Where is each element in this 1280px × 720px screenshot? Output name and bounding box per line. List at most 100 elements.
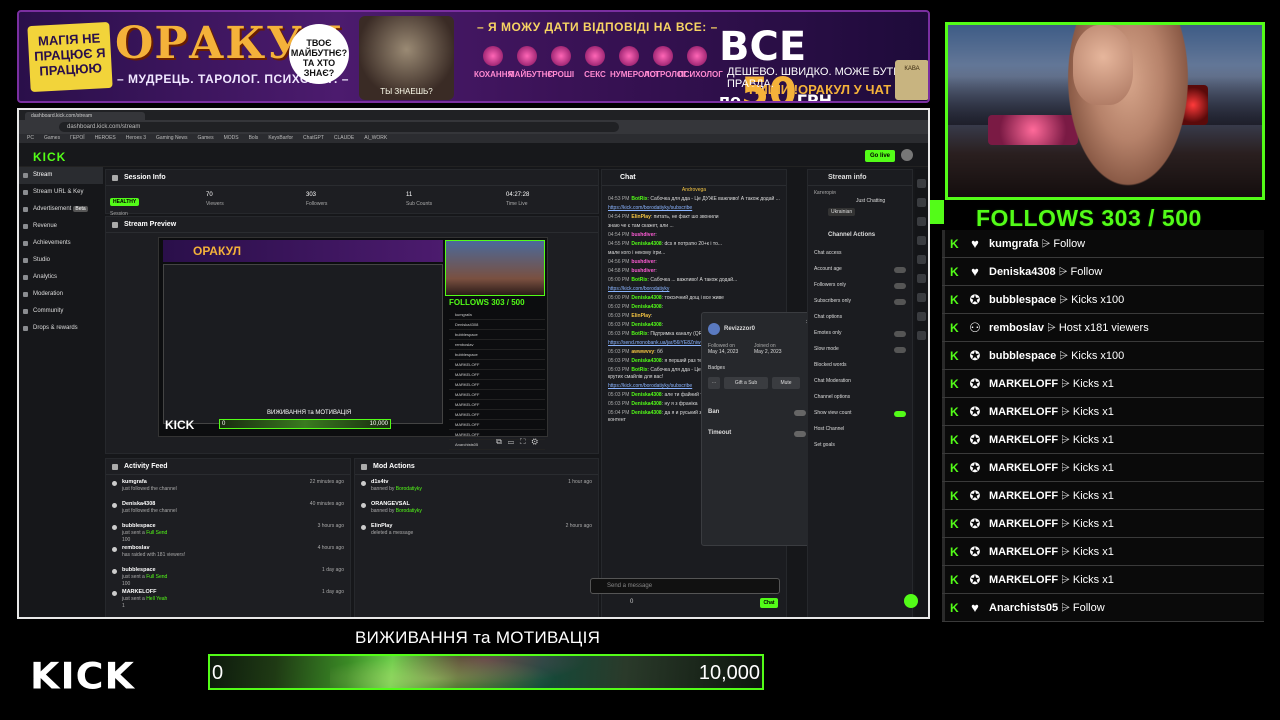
stream-setting-toggle[interactable] — [894, 299, 906, 305]
info-icon[interactable] — [917, 179, 926, 188]
service-label: ГРОШІ — [547, 70, 575, 79]
user-popup-card: Revizzzor0 Followed on May 14, 2023 Join… — [701, 312, 817, 546]
banner-speech-bubble: ТВОЄ МАЙБУТНЄ? ТА ХТО ЗНАЄ? — [289, 24, 349, 84]
kick-dashboard-logo[interactable]: KICK — [33, 150, 66, 164]
arrow-icon: ⩥ — [1061, 434, 1070, 446]
stream-setting-toggle[interactable] — [894, 331, 906, 337]
bookmark-item[interactable]: Heroes 3 — [126, 135, 146, 141]
avatar[interactable] — [901, 149, 913, 161]
activity-user[interactable]: MARKELOFF — [122, 585, 350, 595]
chat-message: знаю че є там скажет, али ... — [602, 222, 786, 231]
event-user: Deniska4308 — [989, 266, 1056, 278]
gift-sub-button[interactable]: Gift a Sub — [724, 377, 768, 389]
bookmark-item[interactable]: PC — [27, 135, 34, 141]
wrench-icon[interactable] — [917, 331, 926, 340]
edit-icon[interactable] — [917, 198, 926, 207]
activity-user[interactable]: remboslav — [122, 541, 350, 551]
chat-username[interactable]: bushdiver — [631, 259, 655, 265]
stream-setting-toggle[interactable] — [894, 411, 906, 417]
chat-message-input[interactable]: Send a message — [590, 578, 780, 594]
stream-setting-label: Subscribers only — [814, 298, 851, 304]
chat-username[interactable]: BotRix — [631, 367, 647, 373]
gear-icon[interactable]: ⚙ — [532, 437, 544, 446]
sidebar-item-drops-rewards[interactable]: Drops & rewards — [19, 320, 103, 337]
chat-link[interactable]: https://kick.com/borodatiyky/subscribe — [608, 383, 692, 389]
browser-tab[interactable]: dashboard.kick.com/stream — [25, 112, 145, 120]
chat-username[interactable]: ElinPlay — [631, 214, 650, 220]
chat-icon[interactable] — [917, 274, 926, 283]
bookmark-item[interactable]: Games — [197, 135, 213, 141]
fullscreen-icon[interactable]: ⛶ — [520, 437, 532, 446]
stream-setting-label: Chat options — [814, 314, 843, 320]
chat-username[interactable]: Deniska4308 — [631, 392, 661, 398]
close-icon[interactable] — [917, 217, 926, 226]
more-button[interactable]: ⋯ — [708, 377, 720, 389]
mod-action-user[interactable]: ElinPlay — [371, 519, 598, 529]
bookmark-item[interactable]: Games — [44, 135, 60, 141]
chat-message: мале кого і некому ігри... — [602, 249, 786, 258]
chat-username[interactable]: awwwvvy — [631, 349, 654, 355]
chat-username[interactable]: Deniska4308 — [631, 401, 661, 407]
chat-username[interactable]: Deniska4308 — [631, 410, 661, 416]
bookmark-item[interactable]: AI_WORK — [364, 135, 387, 141]
chat-username[interactable]: Deniska4308 — [631, 241, 661, 247]
chat-link[interactable]: https://kick.com/borodatiyky — [608, 286, 669, 292]
chat-send-button[interactable]: Chat — [760, 598, 778, 608]
theater-icon[interactable]: ▭ — [508, 437, 520, 446]
chat-username[interactable]: Deniska4308 — [631, 295, 661, 301]
event-action: Kicks x1 — [1072, 434, 1114, 446]
service-icon — [551, 46, 571, 66]
chat-username[interactable]: BotRix — [631, 277, 647, 283]
chat-username[interactable]: bushdiver — [631, 268, 655, 274]
sidebar-item-community[interactable]: Community — [19, 303, 103, 320]
sidebar-item-revenue[interactable]: Revenue — [19, 218, 103, 235]
trash-icon[interactable] — [917, 255, 926, 264]
webcam-feed — [945, 22, 1265, 200]
sidebar-item-advertisement[interactable]: Advertisement Beta — [19, 201, 103, 218]
mod-action-user[interactable]: d1s4tv — [371, 475, 598, 485]
sidebar-item-achievements[interactable]: Achievements — [19, 235, 103, 252]
arrows-icon[interactable] — [917, 293, 926, 302]
chat-username[interactable]: Deniska4308 — [631, 358, 661, 364]
ban-toggle[interactable] — [794, 410, 806, 416]
chat-link[interactable]: https://kick.com/borodatiyky/subscribe — [608, 205, 692, 211]
stream-setting-toggle[interactable] — [894, 347, 906, 353]
bookmark-item[interactable]: ГЕРОЇ — [70, 135, 85, 141]
sidebar-item-stream-url-key[interactable]: Stream URL & Key — [19, 184, 103, 201]
mute-button[interactable]: Mute — [772, 377, 800, 389]
bookmark-item[interactable]: Gaming News — [156, 135, 187, 141]
sidebar-item-analytics[interactable]: Analytics — [19, 269, 103, 286]
stream-setting-toggle[interactable] — [894, 283, 906, 289]
session-info-panel: Session Info HEALTHY Session 70 Viewers 30… — [105, 169, 599, 217]
sidebar-item-stream[interactable]: Stream — [19, 167, 103, 184]
chat-username[interactable]: bushdiver — [631, 232, 655, 238]
go-live-button[interactable]: Go live — [865, 150, 895, 162]
bookmark-item[interactable]: KeysBarfor — [268, 135, 293, 141]
sidebar-item-moderation[interactable]: Moderation — [19, 286, 103, 303]
chat-username[interactable]: Deniska4308 — [631, 322, 661, 328]
bookmark-item[interactable]: ChatGPT — [303, 135, 324, 141]
bookmark-item[interactable]: CLAUDE — [334, 135, 354, 141]
chat-username[interactable]: BotRix — [631, 331, 647, 337]
activity-user[interactable]: bubblespace — [122, 519, 350, 529]
event-user: MARKELOFF — [989, 574, 1059, 586]
bookmark-item[interactable]: Bols — [249, 135, 259, 141]
category-value[interactable]: Just Chatting — [856, 198, 885, 204]
user-card-name[interactable]: Revizzzor0 — [724, 326, 755, 332]
mod-action-user[interactable]: ORANGEVSAL — [371, 497, 598, 507]
chat-username[interactable]: BotRix — [631, 196, 647, 202]
stream-setting-toggle[interactable] — [894, 267, 906, 273]
stream-preview-video[interactable]: ОРАКУЛ FOLLOWS 303 / 500 kumgrafa Deniska… — [158, 237, 548, 450]
bookmark-item[interactable]: HEROES — [95, 135, 116, 141]
chat-username[interactable]: ElinPlay — [631, 313, 650, 319]
bolt-icon[interactable] — [917, 236, 926, 245]
timeout-toggle[interactable] — [794, 431, 806, 437]
activity-user[interactable]: bubblespace — [122, 563, 350, 573]
bookmark-item[interactable]: MODS — [224, 135, 239, 141]
popout-icon[interactable]: ⧉ — [496, 437, 508, 446]
browser-address-bar[interactable]: dashboard.kick.com/stream — [59, 122, 619, 132]
chat-username[interactable]: Deniska4308 — [631, 304, 661, 310]
list-icon[interactable] — [917, 312, 926, 321]
sidebar-item-studio[interactable]: Studio — [19, 252, 103, 269]
help-button[interactable] — [904, 594, 918, 608]
